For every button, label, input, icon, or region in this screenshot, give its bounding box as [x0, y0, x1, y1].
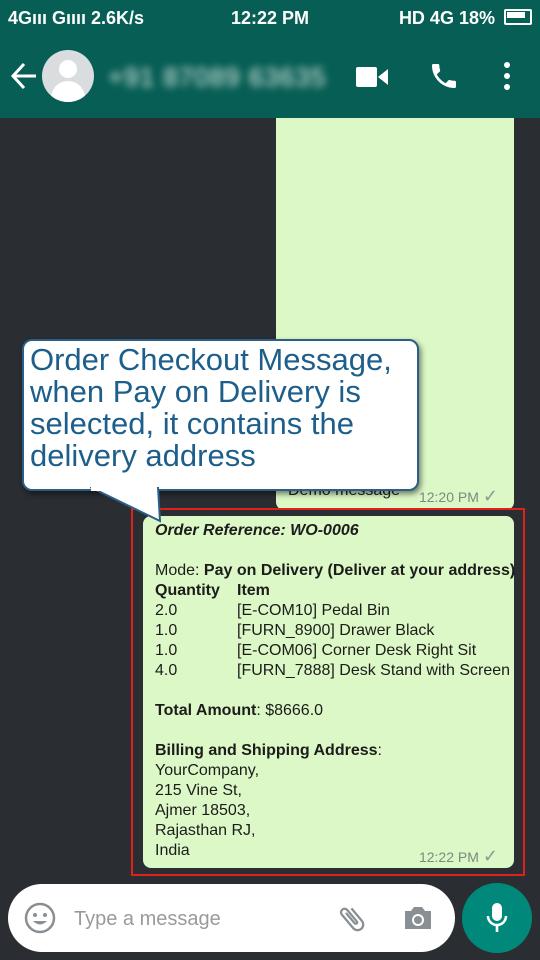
item-name: [E-COM06] Corner Desk Right Sit	[237, 642, 477, 659]
address-label: Billing and Shipping Address	[155, 742, 378, 759]
mode-value: Pay on Delivery (Deliver at your address…	[203, 562, 516, 579]
callout-text: Order Checkout Message, when Pay on Deli…	[30, 342, 392, 473]
system-status: HD 4G 18%	[399, 8, 532, 29]
avatar-body	[51, 81, 85, 102]
address-line: Rajasthan RJ,	[155, 822, 256, 839]
address-line: India	[155, 842, 190, 859]
item-row: 1.0 [E-COM06] Corner Desk Right Sit	[155, 641, 476, 661]
emoji-icon[interactable]	[24, 902, 56, 934]
address-line: YourCompany,	[155, 762, 260, 779]
item-row: 1.0 [FURN_8900] Drawer Black	[155, 621, 434, 641]
address-colon: :	[377, 742, 382, 759]
voice-call-icon[interactable]	[428, 60, 460, 92]
message-meta: 12:22 PM ✓	[419, 846, 498, 867]
voice-record-button[interactable]	[462, 883, 532, 953]
item-quantity: 2.0	[155, 602, 178, 619]
order-reference: Order Reference: WO-0006	[155, 522, 359, 539]
payment-mode: Mode: Pay on Delivery (Deliver at your a…	[155, 561, 515, 581]
sent-check-icon: ✓	[482, 846, 498, 866]
video-call-icon[interactable]	[356, 66, 388, 88]
item-quantity: 4.0	[155, 662, 178, 679]
total-label: Total Amount	[155, 702, 257, 719]
mode-label: Mode:	[155, 562, 204, 579]
message-input[interactable]	[72, 904, 326, 934]
item-row: 2.0 [E-COM10] Pedal Bin	[155, 601, 390, 621]
avatar[interactable]	[42, 50, 94, 102]
address-title: Billing and Shipping Address:	[155, 741, 382, 761]
message-time: 12:20 PM	[418, 489, 479, 505]
battery-icon	[504, 9, 532, 25]
back-arrow-icon[interactable]	[10, 58, 38, 94]
item-name: [FURN_8900] Drawer Black	[237, 622, 435, 639]
sent-check-icon: ✓	[482, 486, 498, 506]
item-name: [E-COM10] Pedal Bin	[237, 602, 390, 619]
avatar-head	[59, 60, 77, 78]
item-name: [FURN_7888] Desk Stand with Screen	[237, 662, 511, 679]
address-line: Ajmer 18503,	[155, 802, 251, 819]
total-amount: Total Amount: $8666.0	[155, 701, 323, 721]
contact-name[interactable]: +91 87089 63635	[108, 62, 326, 93]
microphone-icon	[485, 902, 509, 934]
items-header: Quantity Item	[155, 581, 270, 601]
attach-icon[interactable]	[335, 902, 369, 936]
message-bubble-order[interactable]: Order Reference: WO-0006 Mode: Pay on De…	[143, 516, 515, 868]
total-value: : $8666.0	[256, 702, 324, 719]
address-line: 215 Vine St,	[155, 782, 242, 799]
item-header: Item	[237, 582, 270, 599]
item-quantity: 1.0	[155, 622, 178, 639]
message-time: 12:22 PM	[418, 849, 479, 865]
message-composer	[8, 884, 455, 952]
callout-pointer	[90, 487, 162, 523]
camera-icon[interactable]	[402, 904, 434, 932]
more-options-icon[interactable]	[498, 60, 516, 92]
item-row: 4.0 [FURN_7888] Desk Stand with Screen	[155, 661, 510, 681]
item-quantity: 1.0	[155, 642, 178, 659]
chat-header: +91 87089 63635	[0, 36, 540, 118]
system-status-text: HD 4G 18%	[398, 8, 495, 28]
status-bar: 4Gııı Gıııı 2.6K/s 12:22 PM HD 4G 18%	[0, 0, 540, 36]
message-meta: 12:20 PM ✓	[419, 486, 498, 507]
quantity-header: Quantity	[155, 582, 220, 599]
